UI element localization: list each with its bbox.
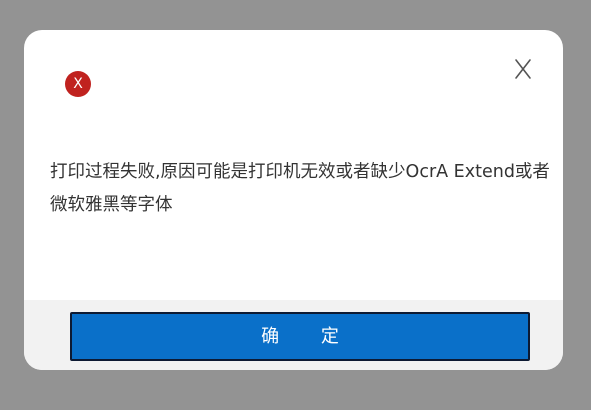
dialog-footer: 确 定 xyxy=(24,300,563,370)
close-button[interactable] xyxy=(508,54,538,84)
close-icon xyxy=(515,59,531,79)
error-dialog: X 打印过程失败,原因可能是打印机无效或者缺少OcrA Extend或者微软雅黑… xyxy=(24,30,563,370)
confirm-button[interactable]: 确 定 xyxy=(70,312,530,361)
error-icon: X xyxy=(65,71,91,97)
error-message: 打印过程失败,原因可能是打印机无效或者缺少OcrA Extend或者微软雅黑等字… xyxy=(50,162,550,215)
